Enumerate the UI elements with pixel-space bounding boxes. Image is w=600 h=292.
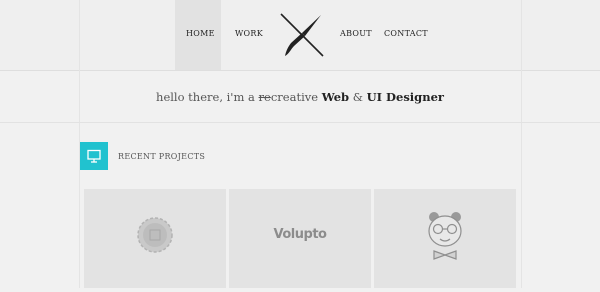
- paintbrush-logo-icon[interactable]: [277, 10, 327, 60]
- project-tile-1[interactable]: [84, 189, 226, 288]
- panda-bowtie-icon: [428, 212, 462, 260]
- project-tile-2[interactable]: Volupto: [229, 189, 371, 288]
- badge-seal-icon: [137, 217, 173, 253]
- tagline: hello there, i'm a recreative Web & UI D…: [0, 90, 600, 104]
- grid-line-right: [521, 0, 522, 288]
- project-tile-3[interactable]: [374, 189, 516, 288]
- divider-line: [0, 122, 600, 123]
- tagline-prefix: hello there, i'm a: [156, 90, 259, 104]
- volupto-logo: Volupto: [273, 227, 327, 242]
- section-title: RECENT PROJECTS: [118, 152, 206, 161]
- tagline-struck: re: [258, 90, 271, 104]
- tagline-web: Web: [321, 90, 350, 104]
- tagline-ui-designer: UI Designer: [366, 90, 444, 104]
- nav-work[interactable]: WORK: [235, 29, 263, 38]
- nav-about[interactable]: ABOUT: [340, 29, 372, 38]
- tagline-middle: creative: [270, 90, 322, 104]
- tagline-amp: &: [349, 90, 367, 104]
- nav-contact[interactable]: CONTACT: [384, 29, 428, 38]
- section-icon-box: [80, 142, 108, 170]
- nav-home[interactable]: HOME: [186, 29, 215, 38]
- monitor-icon: [87, 149, 101, 163]
